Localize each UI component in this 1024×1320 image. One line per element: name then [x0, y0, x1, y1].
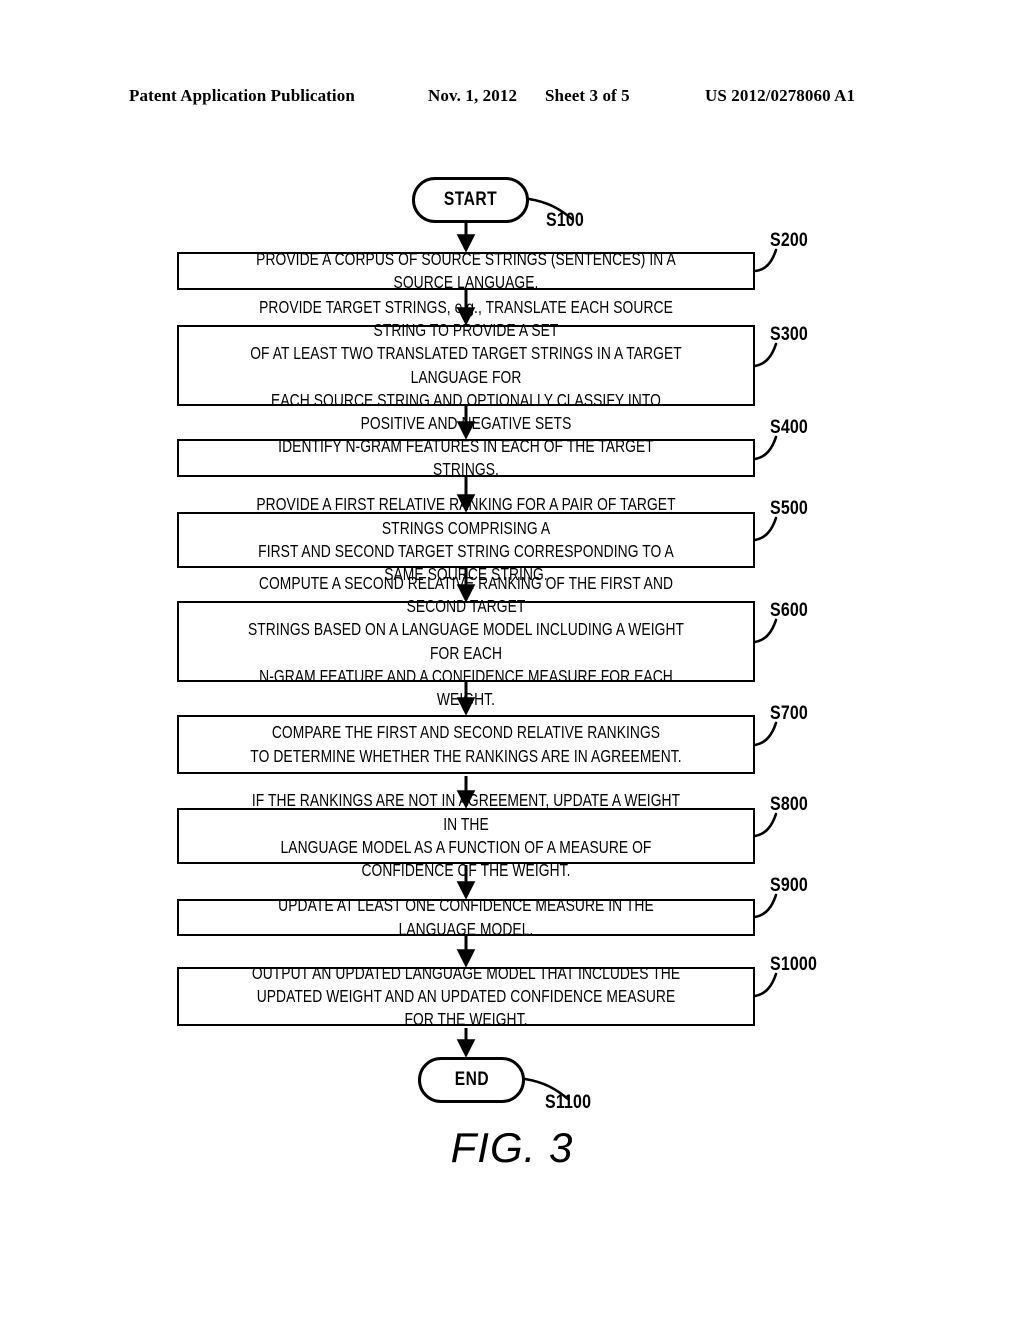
flow-step-s700-text: COMPARE THE FIRST AND SECOND RELATIVE RA…	[250, 722, 682, 766]
flow-step-s1000: OUTPUT AN UPDATED LANGUAGE MODEL THAT IN…	[177, 963, 755, 1029]
reference-label-s200: S200	[770, 230, 808, 251]
flow-node-start-label: START	[443, 189, 498, 210]
flow-step-s200-text: PROVIDE A CORPUS OF SOURCE STRINGS (SENT…	[256, 248, 676, 292]
reference-label-s100: S100	[546, 210, 584, 231]
flow-step-s400: IDENTIFY N-GRAM FEATURES IN EACH OF THE …	[177, 436, 755, 479]
reference-label-s700: S700	[770, 703, 808, 724]
flow-node-end: END	[418, 1057, 525, 1103]
reference-label-s800: S800	[770, 794, 808, 815]
flowchart-diagram: START S100 PROVIDE A CORPUS OF SOURCE ST…	[0, 0, 1024, 1320]
flow-step-s900: UPDATE AT LEAST ONE CONFIDENCE MEASURE I…	[177, 895, 755, 939]
reference-label-s600: S600	[770, 600, 808, 621]
flow-step-s800-text: IF THE RANKINGS ARE NOT IN AGREEMENT, UP…	[251, 790, 681, 881]
flow-step-s500: PROVIDE A FIRST RELATIVE RANKING FOR A P…	[177, 494, 755, 584]
flow-step-s700: COMPARE THE FIRST AND SECOND RELATIVE RA…	[177, 715, 755, 774]
flow-step-s400-text: IDENTIFY N-GRAM FEATURES IN EACH OF THE …	[278, 435, 654, 479]
flow-step-s300: PROVIDE TARGET STRINGS, e.g., TRANSLATE …	[177, 297, 755, 433]
reference-label-s500: S500	[770, 498, 808, 519]
reference-label-s1100: S1100	[545, 1092, 592, 1113]
reference-label-s1000: S1000	[770, 954, 818, 975]
flow-step-s800: IF THE RANKINGS ARE NOT IN AGREEMENT, UP…	[177, 790, 755, 880]
flow-step-s600-text: COMPUTE A SECOND RELATIVE RANKING OF THE…	[247, 572, 685, 710]
reference-label-s400: S400	[770, 417, 808, 438]
reference-label-s900: S900	[770, 875, 808, 896]
flow-step-s1000-text: OUTPUT AN UPDATED LANGUAGE MODEL THAT IN…	[251, 962, 681, 1030]
flow-step-s200: PROVIDE A CORPUS OF SOURCE STRINGS (SENT…	[177, 249, 755, 292]
flow-step-s900-text: UPDATE AT LEAST ONE CONFIDENCE MEASURE I…	[278, 895, 654, 939]
flow-step-s600: COMPUTE A SECOND RELATIVE RANKING OF THE…	[177, 573, 755, 709]
flow-step-s300-text: PROVIDE TARGET STRINGS, e.g., TRANSLATE …	[250, 296, 682, 434]
flow-node-start: START	[412, 177, 529, 223]
figure-caption: FIG. 3	[0, 1124, 1024, 1172]
figure-caption-text: FIG. 3	[450, 1124, 574, 1171]
reference-label-s300: S300	[770, 324, 808, 345]
flow-node-end-label: END	[454, 1069, 489, 1090]
